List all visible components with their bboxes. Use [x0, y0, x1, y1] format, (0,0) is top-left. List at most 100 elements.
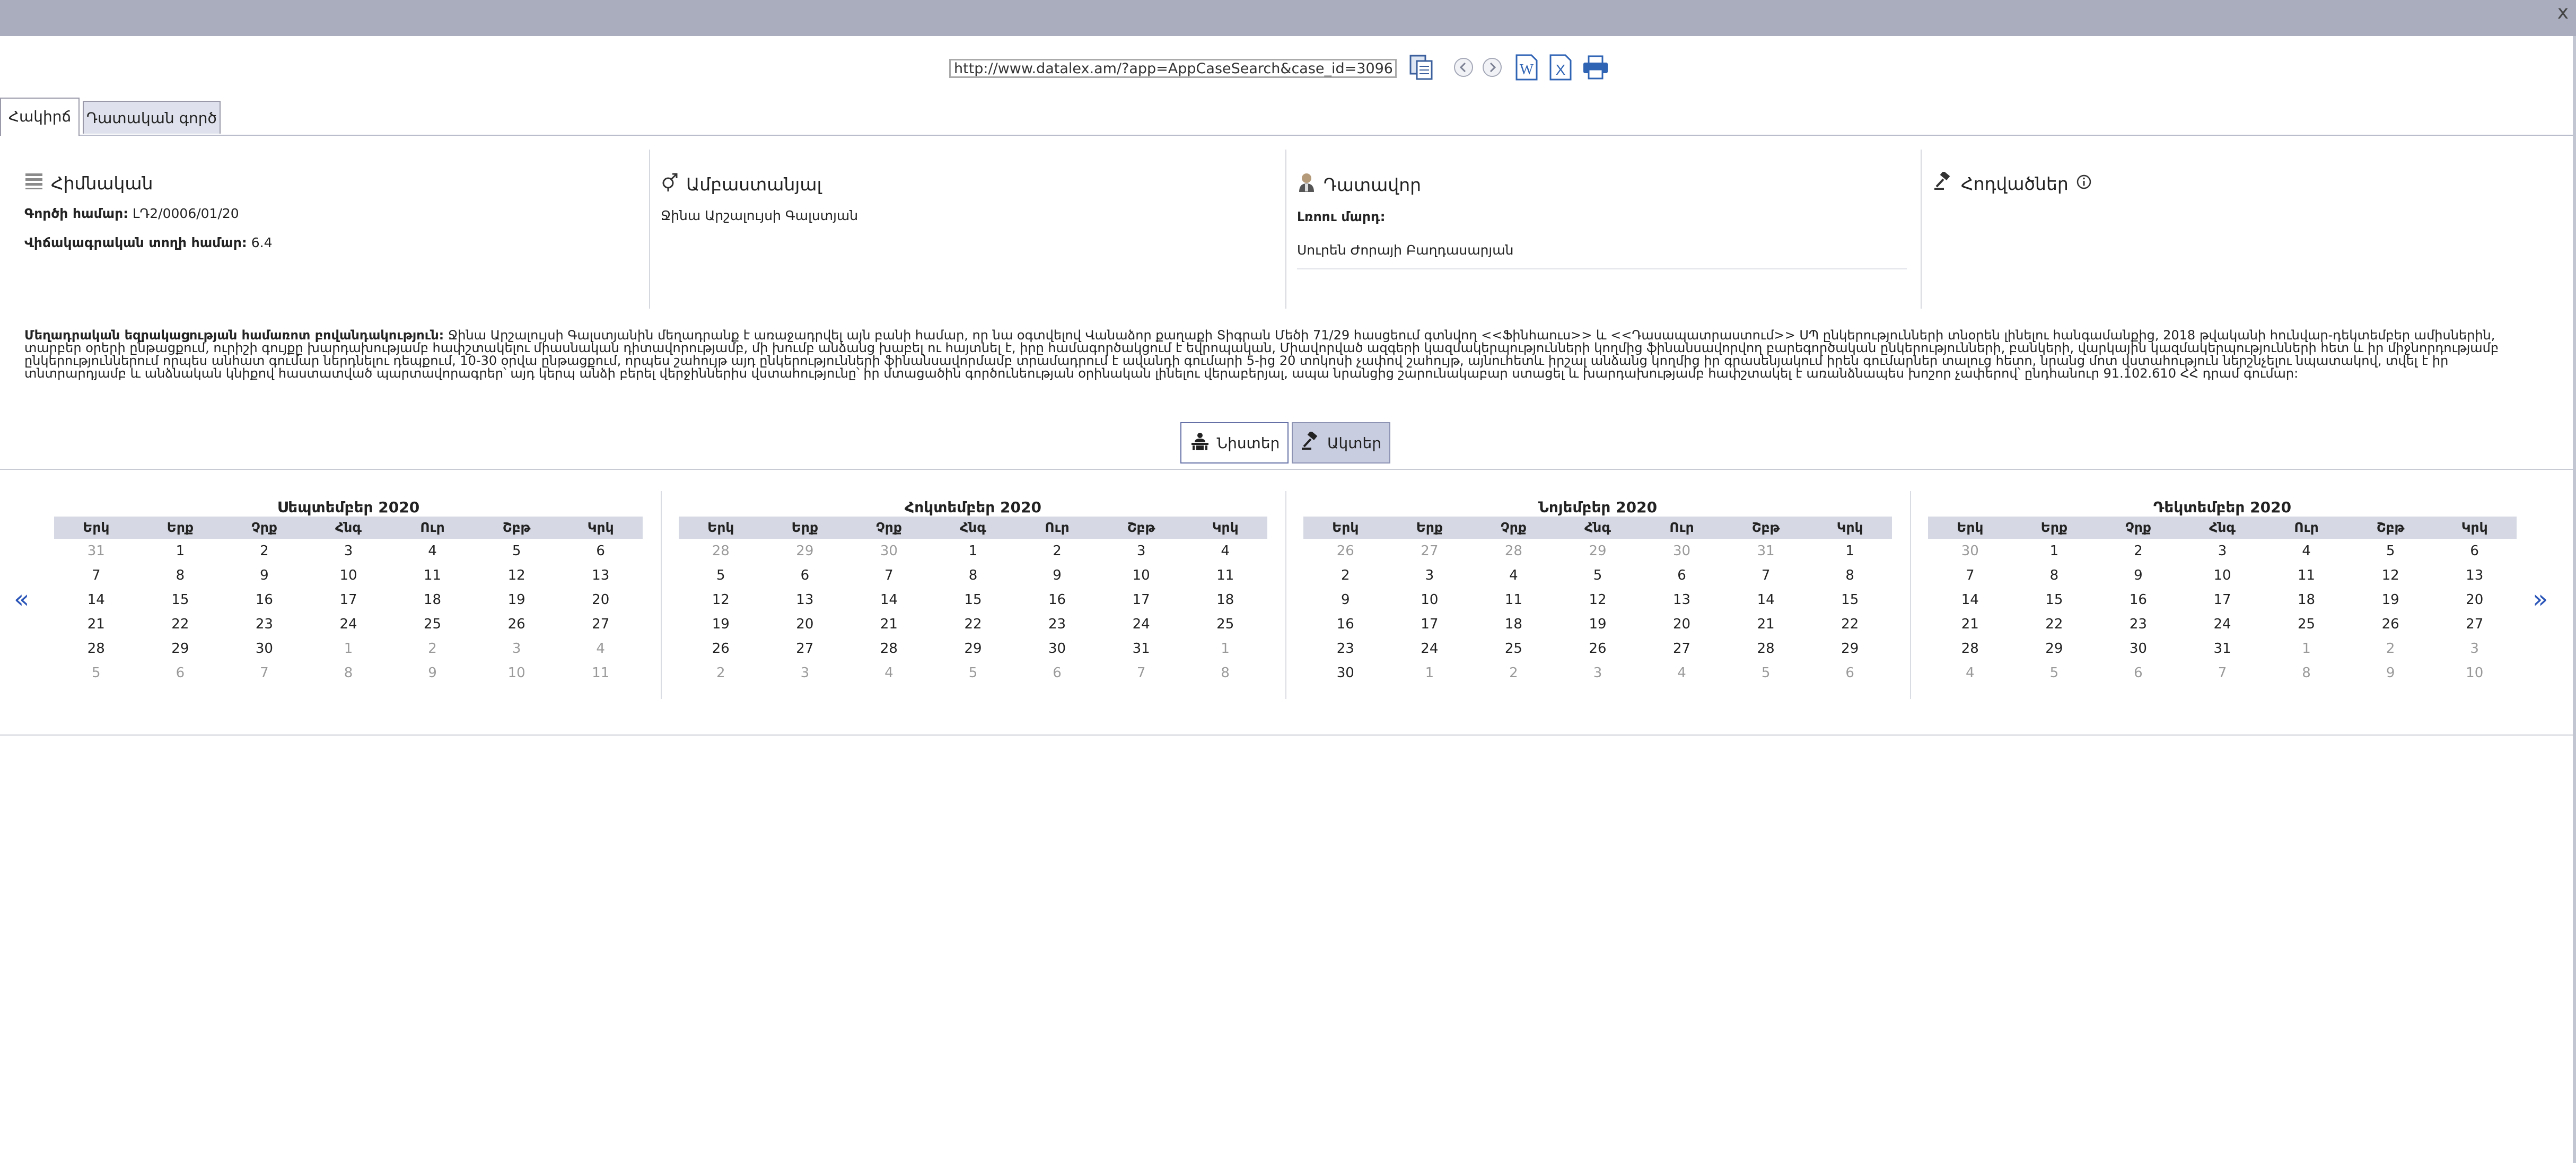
url-input[interactable]: [949, 59, 1397, 78]
calendar-day[interactable]: 9: [1015, 563, 1099, 588]
calendar-day[interactable]: 2: [2096, 539, 2180, 563]
calendar-day-outside[interactable]: 2: [390, 636, 475, 661]
calendar-day[interactable]: 7: [847, 563, 931, 588]
calendar-day[interactable]: 30: [1015, 636, 1099, 661]
calendar-day[interactable]: 26: [1556, 636, 1640, 661]
calendar-day[interactable]: 27: [1640, 636, 1724, 661]
calendar-day[interactable]: 16: [2096, 588, 2180, 612]
calendar-day[interactable]: 18: [2264, 588, 2349, 612]
calendar-day-outside[interactable]: 3: [1556, 661, 1640, 685]
calendar-day[interactable]: 25: [2264, 612, 2349, 636]
calendar-day[interactable]: 20: [763, 612, 847, 636]
calendar-day[interactable]: 28: [847, 636, 931, 661]
calendar-day-outside[interactable]: 5: [2012, 661, 2097, 685]
calendar-day-outside[interactable]: 30: [1640, 539, 1724, 563]
word-icon[interactable]: W: [1513, 53, 1540, 84]
calendar-day[interactable]: 19: [2349, 588, 2433, 612]
excel-icon[interactable]: X: [1547, 53, 1574, 84]
calendar-day-outside[interactable]: 7: [2180, 661, 2265, 685]
calendar-prev-button[interactable]: «: [14, 583, 29, 615]
calendar-day-outside[interactable]: 28: [679, 539, 763, 563]
calendar-day-outside[interactable]: 2: [1471, 661, 1556, 685]
calendar-day-outside[interactable]: 10: [475, 661, 559, 685]
calendar-day[interactable]: 14: [1928, 588, 2012, 612]
tab-court-case[interactable]: Դատական գործ: [83, 101, 221, 134]
calendar-day[interactable]: 6: [763, 563, 847, 588]
calendar-day[interactable]: 22: [931, 612, 1015, 636]
calendar-day[interactable]: 27: [2432, 612, 2517, 636]
calendar-day[interactable]: 6: [558, 539, 643, 563]
calendar-day-outside[interactable]: 9: [2349, 661, 2433, 685]
calendar-day[interactable]: 18: [390, 588, 475, 612]
calendar-day[interactable]: 30: [222, 636, 306, 661]
calendar-day[interactable]: 3: [2180, 539, 2265, 563]
calendar-day-outside[interactable]: 31: [1724, 539, 1808, 563]
calendar-day-outside[interactable]: 3: [2432, 636, 2517, 661]
calendar-day[interactable]: 31: [2180, 636, 2265, 661]
calendar-day[interactable]: 17: [1099, 588, 1184, 612]
calendar-day[interactable]: 22: [2012, 612, 2097, 636]
calendar-day[interactable]: 4: [2264, 539, 2349, 563]
print-icon[interactable]: [1581, 55, 1610, 82]
calendar-day-outside[interactable]: 6: [138, 661, 223, 685]
calendar-day[interactable]: 4: [1471, 563, 1556, 588]
calendar-day[interactable]: 10: [2180, 563, 2265, 588]
calendar-day[interactable]: 2: [222, 539, 306, 563]
calendar-day[interactable]: 11: [390, 563, 475, 588]
calendar-day-outside[interactable]: 4: [847, 661, 931, 685]
calendar-day[interactable]: 17: [2180, 588, 2265, 612]
calendar-day[interactable]: 1: [138, 539, 223, 563]
calendar-day[interactable]: 30: [1303, 661, 1388, 685]
calendar-day[interactable]: 23: [2096, 612, 2180, 636]
calendar-day[interactable]: 21: [1928, 612, 2012, 636]
calendar-day[interactable]: 9: [2096, 563, 2180, 588]
calendar-day[interactable]: 7: [1928, 563, 2012, 588]
calendar-day[interactable]: 24: [306, 612, 391, 636]
calendar-day[interactable]: 23: [1015, 612, 1099, 636]
calendar-day-outside[interactable]: 29: [1556, 539, 1640, 563]
calendar-day[interactable]: 29: [138, 636, 223, 661]
calendar-next-button[interactable]: »: [2533, 583, 2548, 615]
calendar-day[interactable]: 17: [306, 588, 391, 612]
calendar-day[interactable]: 8: [931, 563, 1015, 588]
prev-icon[interactable]: [1453, 57, 1474, 80]
next-icon[interactable]: [1482, 57, 1503, 80]
calendar-day[interactable]: 29: [931, 636, 1015, 661]
calendar-day[interactable]: 16: [1303, 612, 1388, 636]
calendar-day[interactable]: 26: [679, 636, 763, 661]
calendar-day[interactable]: 5: [2349, 539, 2433, 563]
copy-icon[interactable]: [1408, 54, 1435, 83]
calendar-day-outside[interactable]: 8: [2264, 661, 2349, 685]
calendar-day[interactable]: 1: [2012, 539, 2097, 563]
calendar-day[interactable]: 21: [847, 612, 931, 636]
calendar-day[interactable]: 23: [1303, 636, 1388, 661]
calendar-day[interactable]: 1: [931, 539, 1015, 563]
calendar-day[interactable]: 3: [1388, 563, 1472, 588]
calendar-day-outside[interactable]: 5: [931, 661, 1015, 685]
calendar-day[interactable]: 18: [1183, 588, 1267, 612]
calendar-day[interactable]: 12: [475, 563, 559, 588]
calendar-day[interactable]: 8: [1808, 563, 1892, 588]
calendar-day[interactable]: 29: [2012, 636, 2097, 661]
calendar-day[interactable]: 9: [222, 563, 306, 588]
calendar-day[interactable]: 28: [1724, 636, 1808, 661]
calendar-day-outside[interactable]: 10: [2432, 661, 2517, 685]
calendar-day[interactable]: 15: [2012, 588, 2097, 612]
calendar-day[interactable]: 3: [306, 539, 391, 563]
calendar-day-outside[interactable]: 2: [2349, 636, 2433, 661]
calendar-day-outside[interactable]: 5: [1724, 661, 1808, 685]
calendar-day[interactable]: 27: [763, 636, 847, 661]
calendar-day-outside[interactable]: 11: [558, 661, 643, 685]
calendar-day[interactable]: 3: [1099, 539, 1184, 563]
calendar-day[interactable]: 10: [1388, 588, 1472, 612]
calendar-day-outside[interactable]: 30: [847, 539, 931, 563]
calendar-day[interactable]: 23: [222, 612, 306, 636]
calendar-day[interactable]: 14: [54, 588, 138, 612]
calendar-day-outside[interactable]: 6: [1808, 661, 1892, 685]
calendar-day-outside[interactable]: 26: [1303, 539, 1388, 563]
calendar-day[interactable]: 16: [1015, 588, 1099, 612]
calendar-day[interactable]: 31: [1099, 636, 1184, 661]
calendar-day-outside[interactable]: 3: [475, 636, 559, 661]
calendar-day[interactable]: 26: [2349, 612, 2433, 636]
calendar-day-outside[interactable]: 1: [1183, 636, 1267, 661]
